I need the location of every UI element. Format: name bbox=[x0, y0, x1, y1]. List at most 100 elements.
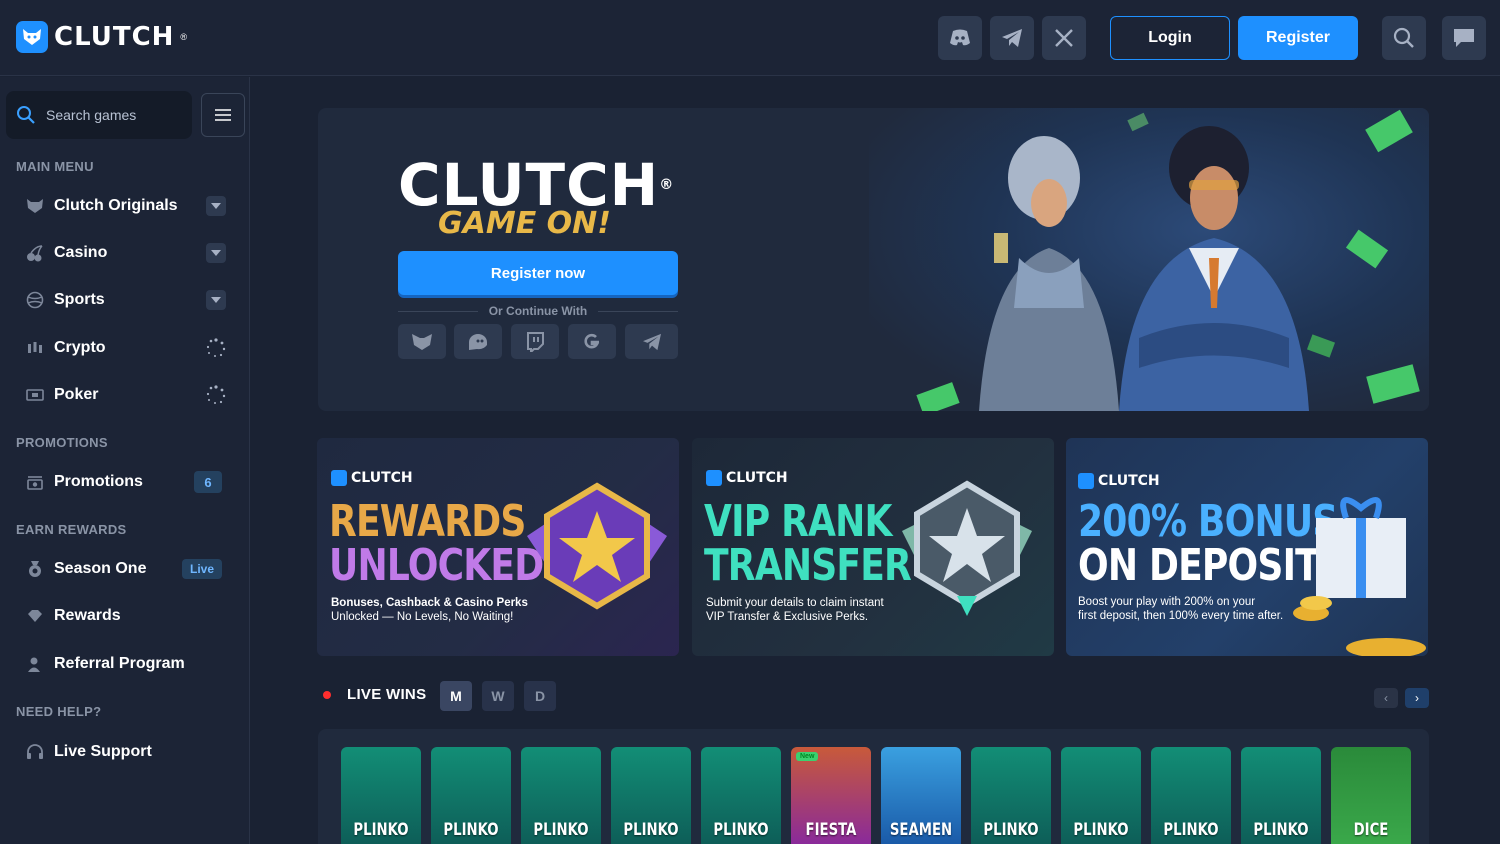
game-name: PLINKO bbox=[533, 820, 589, 840]
live-indicator-dot bbox=[323, 691, 331, 699]
sidebar-item-label: Casino bbox=[54, 244, 108, 261]
sidebar-item-label: Clutch Originals bbox=[54, 197, 178, 214]
medal-icon bbox=[16, 560, 54, 578]
game-tile[interactable]: PLINKO bbox=[701, 747, 781, 844]
game-tile[interactable]: PLINKO bbox=[971, 747, 1051, 844]
google-icon bbox=[584, 333, 600, 348]
sidebar-item-promotions[interactable]: Promotions 6 bbox=[16, 463, 234, 501]
sidebar-item-crypto[interactable]: Crypto bbox=[16, 329, 234, 367]
promo-title-line-2: ON DEPOSIT bbox=[1078, 540, 1320, 591]
promo-card-rewards[interactable]: CLUTCH REWARDS UNLOCKED Bonuses, Cashbac… bbox=[317, 438, 679, 656]
game-tile[interactable]: PLINKO bbox=[1151, 747, 1231, 844]
cherries-icon bbox=[16, 244, 54, 262]
telegram-icon bbox=[642, 333, 661, 350]
sidebar-item-label: Promotions bbox=[54, 473, 143, 490]
hero-characters-illustration bbox=[916, 109, 1420, 411]
menu-toggle-button[interactable] bbox=[201, 93, 245, 137]
clutch-logo[interactable]: CLUTCH ® bbox=[16, 21, 187, 53]
sidebar-item-season-one[interactable]: Season One Live bbox=[16, 550, 234, 588]
hero-registered-mark: ® bbox=[659, 177, 675, 193]
wolf-logo-icon bbox=[16, 21, 48, 53]
sidebar-item-poker[interactable]: Poker bbox=[16, 376, 234, 414]
loading-spinner-icon bbox=[206, 385, 226, 405]
brand-registered-mark: ® bbox=[180, 32, 188, 42]
new-badge: New bbox=[796, 752, 819, 761]
promo-title-line-1: VIP RANK bbox=[704, 496, 892, 547]
sidebar-item-casino[interactable]: Casino bbox=[16, 234, 234, 272]
wolf-logo-icon bbox=[331, 470, 347, 486]
x-button[interactable] bbox=[1042, 16, 1086, 60]
section-earn-rewards: EARN REWARDS bbox=[16, 522, 127, 537]
promo-description-line-1: Bonuses, Cashback & Casino Perks bbox=[331, 597, 528, 609]
live-badge: Live bbox=[181, 559, 222, 579]
sidebar-item-label: Season One bbox=[54, 560, 147, 577]
metamask-login-button[interactable] bbox=[398, 324, 446, 359]
search-input[interactable] bbox=[46, 107, 176, 123]
twitch-login-button[interactable] bbox=[511, 324, 559, 359]
sidebar-item-label: Live Support bbox=[54, 743, 152, 760]
section-main-menu: MAIN MENU bbox=[16, 159, 94, 174]
sidebar-item-label: Referral Program bbox=[54, 655, 185, 672]
discord-button[interactable] bbox=[938, 16, 982, 60]
game-tile[interactable]: PLINKO bbox=[521, 747, 601, 844]
chevron-down-icon[interactable] bbox=[206, 290, 226, 310]
section-need-help: NEED HELP? bbox=[16, 704, 102, 719]
game-name: PLINKO bbox=[353, 820, 409, 840]
top-header: CLUTCH ® Login Register bbox=[0, 0, 1500, 76]
game-tile[interactable]: PLINKO bbox=[1061, 747, 1141, 844]
game-tile[interactable]: DICE bbox=[1331, 747, 1411, 844]
sidebar-item-sports[interactable]: Sports bbox=[16, 281, 234, 319]
game-name: FIESTA bbox=[805, 820, 857, 840]
telegram-login-button[interactable] bbox=[625, 324, 678, 359]
game-tile[interactable]: PLINKO bbox=[1241, 747, 1321, 844]
telegram-button[interactable] bbox=[990, 16, 1034, 60]
game-tile[interactable]: PLINKO bbox=[611, 747, 691, 844]
star-badge-illustration bbox=[527, 482, 667, 610]
wolf-logo-icon bbox=[706, 470, 722, 486]
login-button[interactable]: Login bbox=[1110, 16, 1230, 60]
sidebar-item-live-support[interactable]: Live Support bbox=[16, 733, 234, 771]
sidebar-item-referral-program[interactable]: Referral Program bbox=[16, 645, 234, 683]
game-tile[interactable]: PLINKO bbox=[431, 747, 511, 844]
chat-icon bbox=[1454, 29, 1474, 47]
promo-title-line-2: UNLOCKED bbox=[329, 540, 544, 591]
promo-brand: CLUTCH bbox=[706, 470, 788, 486]
period-day-button[interactable]: D bbox=[524, 681, 556, 711]
game-name: PLINKO bbox=[983, 820, 1039, 840]
promo-card-deposit-bonus[interactable]: CLUTCH 200% BONUS ON DEPOSIT Boost your … bbox=[1066, 438, 1428, 656]
game-tile[interactable]: PLINKO bbox=[341, 747, 421, 844]
promo-card-vip-transfer[interactable]: CLUTCH VIP RANK TRANSFER Submit your det… bbox=[692, 438, 1054, 656]
google-login-button[interactable] bbox=[568, 324, 616, 359]
hero-logo: CLUTCH® GAME ON! bbox=[398, 156, 674, 241]
ghost-login-button[interactable] bbox=[454, 324, 502, 359]
metamask-icon bbox=[412, 333, 432, 350]
promo-description-line-1: Submit your details to claim instant bbox=[706, 597, 884, 609]
sidebar-item-rewards[interactable]: Rewards bbox=[16, 597, 234, 635]
ghost-icon bbox=[469, 333, 487, 350]
sidebar-item-clutch-originals[interactable]: Clutch Originals bbox=[16, 187, 234, 225]
chevron-down-icon[interactable] bbox=[206, 196, 226, 216]
promo-description-line-1: Boost your play with 200% on your bbox=[1078, 596, 1256, 608]
period-month-button[interactable]: M bbox=[440, 681, 472, 711]
search-button[interactable] bbox=[1382, 16, 1426, 60]
candlestick-icon bbox=[16, 340, 54, 356]
game-tile[interactable]: SEAMEN bbox=[881, 747, 961, 844]
register-button[interactable]: Register bbox=[1238, 16, 1358, 60]
chevron-down-icon[interactable] bbox=[206, 243, 226, 263]
sidebar-item-label: Crypto bbox=[54, 339, 106, 356]
section-promotions: PROMOTIONS bbox=[16, 435, 108, 450]
promo-brand: CLUTCH bbox=[331, 470, 413, 486]
scroll-left-button[interactable]: ‹ bbox=[1374, 688, 1398, 708]
loading-spinner-icon bbox=[206, 338, 226, 358]
game-name: PLINKO bbox=[1073, 820, 1129, 840]
user-icon bbox=[16, 656, 54, 672]
game-name: PLINKO bbox=[713, 820, 769, 840]
diamond-icon bbox=[16, 609, 54, 623]
period-week-button[interactable]: W bbox=[482, 681, 514, 711]
scroll-right-button[interactable]: › bbox=[1405, 688, 1429, 708]
game-tile[interactable]: New FIESTA bbox=[791, 747, 871, 844]
register-now-button[interactable]: Register now bbox=[398, 251, 678, 295]
chat-button[interactable] bbox=[1442, 16, 1486, 60]
search-box[interactable] bbox=[6, 91, 192, 139]
cards-icon bbox=[16, 387, 54, 403]
